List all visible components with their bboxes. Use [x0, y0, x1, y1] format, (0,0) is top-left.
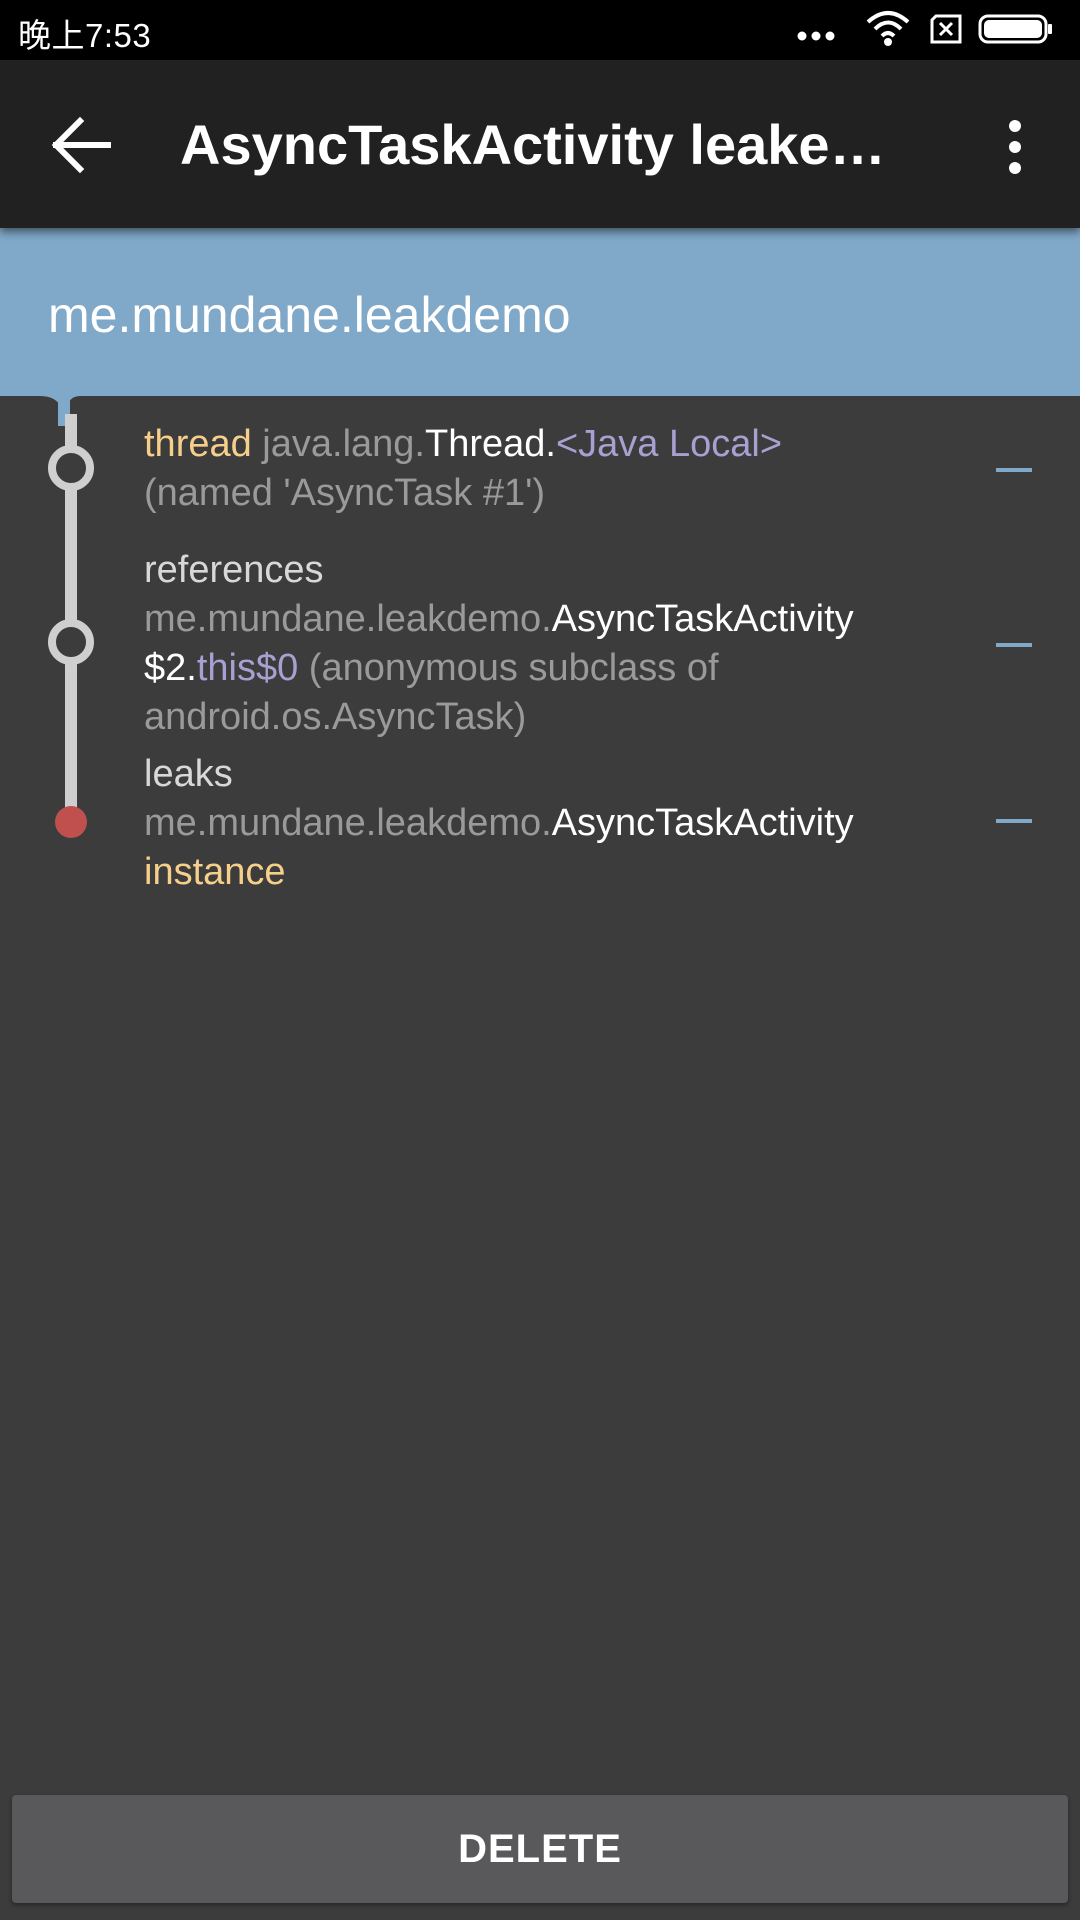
wifi-icon: [866, 11, 910, 46]
collapse-button[interactable]: [996, 455, 1032, 485]
status-icons: [768, 10, 1068, 50]
trace-row-text: leaks me.mundane.leakdemo.AsyncTaskActiv…: [144, 750, 944, 897]
keyword: thread: [144, 423, 252, 465]
delete-label: DELETE: [458, 1826, 622, 1871]
trace-row-text: thread java.lang.Thread.<Java Local> (na…: [144, 420, 944, 518]
field-name: this$0: [196, 647, 299, 689]
trace-row-leaks[interactable]: leaks me.mundane.leakdemo.AsyncTaskActiv…: [0, 750, 1080, 900]
no-sim-icon: [930, 14, 962, 44]
description: (anonymous subclass of: [298, 647, 719, 689]
package-header: me.mundane.leakdemo: [0, 228, 1080, 396]
trace-row-thread[interactable]: thread java.lang.Thread.<Java Local> (na…: [0, 420, 1080, 520]
trace-line: android.os.AsyncTask): [144, 696, 527, 738]
more-vert-icon: [1009, 120, 1021, 174]
trace-label: leaks: [144, 753, 233, 795]
trace-row-references[interactable]: references me.mundane.leakdemo.AsyncTask…: [0, 546, 1080, 746]
battery-icon: [978, 14, 1052, 44]
package-path: java.lang.: [251, 423, 425, 465]
class-name: Thread.: [424, 423, 556, 465]
trace-line: $2.this$0 (anonymous subclass of: [144, 644, 944, 693]
status-bar: 晚上7:53: [0, 0, 1080, 60]
package-path: me.mundane.leakdemo.: [144, 802, 552, 844]
class-name: AsyncTaskActivity: [551, 598, 854, 640]
trace-line: instance: [144, 851, 286, 893]
trace-line: me.mundane.leakdemo.AsyncTaskActivity: [144, 799, 944, 848]
package-name: me.mundane.leakdemo: [48, 287, 571, 343]
package-path: me.mundane.leakdemo.: [144, 598, 552, 640]
class-name: AsyncTaskActivity: [551, 802, 854, 844]
page-title: AsyncTaskActivity leaked…: [180, 113, 910, 176]
trace-line: (named 'AsyncTask #1'): [144, 472, 546, 514]
back-button[interactable]: [48, 110, 118, 180]
delete-button[interactable]: DELETE: [12, 1795, 1068, 1903]
app-bar: AsyncTaskActivity leaked…: [0, 60, 1080, 228]
trace-line: me.mundane.leakdemo.AsyncTaskActivity: [144, 595, 944, 644]
trace-row-text: references me.mundane.leakdemo.AsyncTask…: [144, 546, 944, 742]
collapse-button[interactable]: [996, 806, 1032, 836]
leak-trace: thread java.lang.Thread.<Java Local> (na…: [0, 396, 1080, 916]
collapse-button[interactable]: [996, 630, 1032, 660]
class-suffix: $2.: [144, 647, 197, 689]
status-time: 晚上7:53: [18, 17, 152, 54]
field-name: <Java Local>: [555, 423, 783, 465]
arrow-back-icon: [51, 116, 111, 174]
trace-label: references: [144, 549, 324, 591]
trace-line: thread java.lang.Thread.<Java Local>: [144, 420, 944, 469]
overflow-menu-button[interactable]: [990, 112, 1040, 182]
more-dots-icon: [797, 31, 835, 41]
